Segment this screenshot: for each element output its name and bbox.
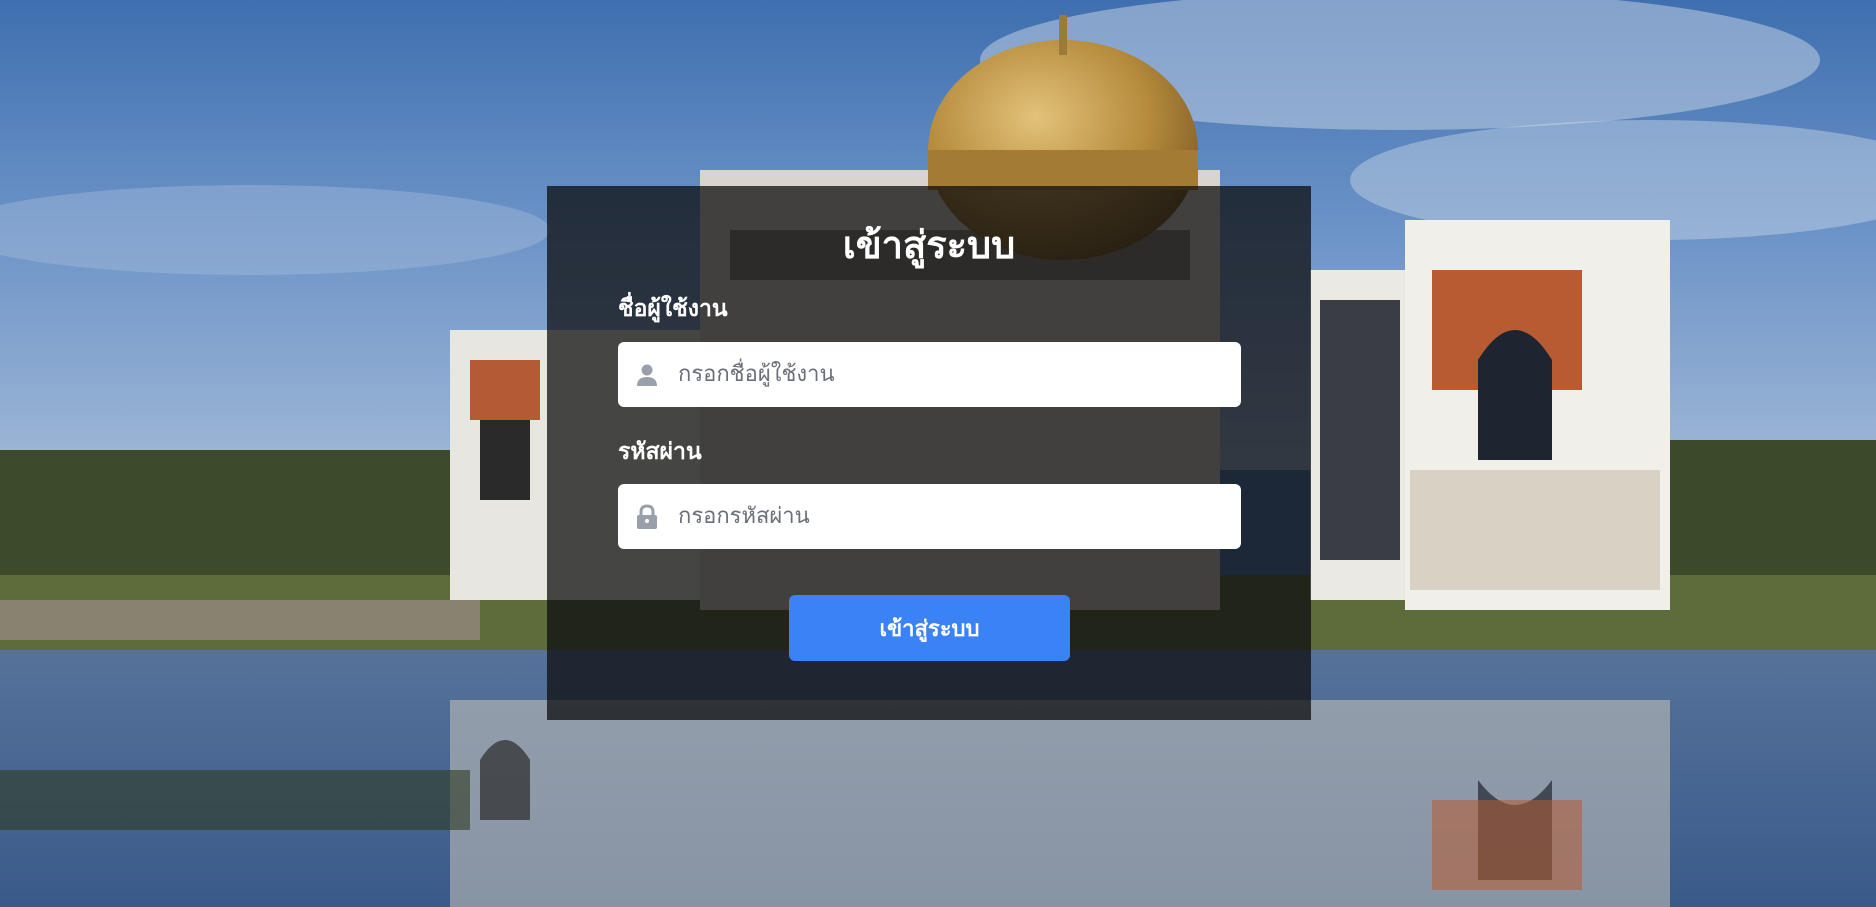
password-label: รหัสผ่าน — [618, 439, 702, 465]
password-field-container[interactable] — [618, 484, 1241, 549]
username-input[interactable] — [678, 342, 1223, 407]
login-title: เข้าสู่ระบบ — [842, 223, 1016, 267]
username-field-container[interactable] — [618, 342, 1241, 407]
password-input[interactable] — [678, 484, 1223, 549]
user-icon — [637, 364, 657, 386]
login-button[interactable]: เข้าสู่ระบบ — [789, 595, 1070, 661]
lock-icon — [637, 504, 657, 529]
login-panel: เข้าสู่ระบบ ชื่อผู้ใช้งาน รหัสผ่าน เข้าส… — [547, 186, 1311, 720]
username-label: ชื่อผู้ใช้งาน — [618, 296, 728, 322]
